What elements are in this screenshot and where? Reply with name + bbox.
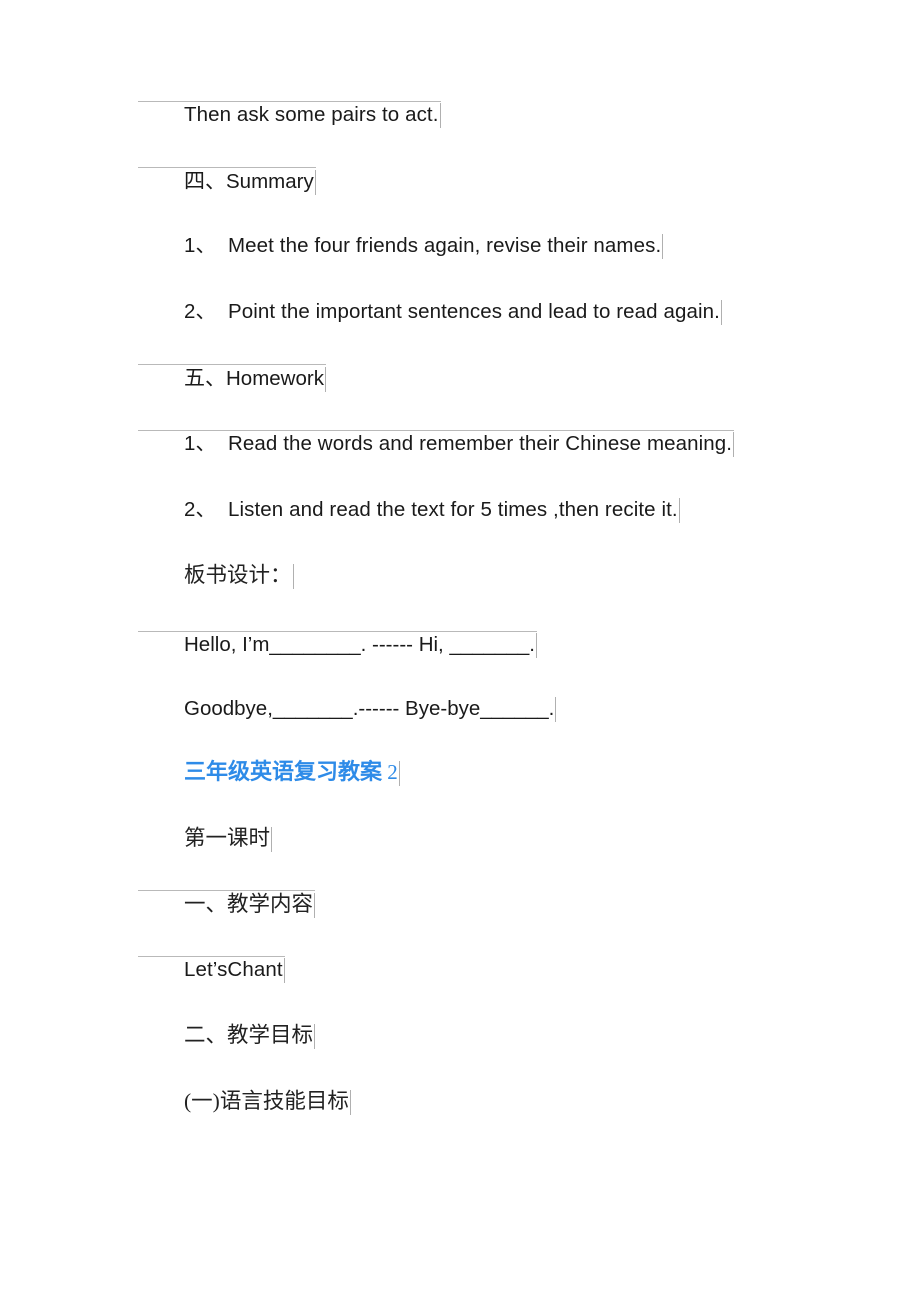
text-edge-caret xyxy=(555,696,557,722)
text-edge-caret xyxy=(662,233,664,259)
text-edge-caret xyxy=(678,497,680,523)
paragraph-text: 板书设计： xyxy=(184,563,292,587)
section-title: Summary xyxy=(226,170,314,193)
paragraph-then-ask[interactable]: Then ask some pairs to act. xyxy=(138,101,441,129)
list-marker: 2、 xyxy=(184,300,217,323)
paragraph-text: Hello, I’m________. ------ Hi, _______. xyxy=(184,633,535,656)
paragraph-period-one[interactable]: 第一课时 xyxy=(138,824,273,852)
text-edge-caret xyxy=(271,826,273,852)
paragraph-heading-teaching-content[interactable]: 一、教学内容 xyxy=(138,890,316,918)
section-number-cjk: 五、 xyxy=(184,366,226,390)
list-marker: 1、 xyxy=(184,234,217,257)
text-edge-caret xyxy=(439,102,441,128)
list-marker: 2、 xyxy=(184,498,217,521)
document-page: Then ask some pairs to act. 四、Summary 1、… xyxy=(0,0,920,1302)
list-item-homework-1[interactable]: 1、 Read the words and remember their Chin… xyxy=(138,430,735,458)
text-edge-caret xyxy=(324,366,326,392)
text-edge-caret xyxy=(292,563,294,589)
paragraph-dialogue-hello[interactable]: Hello, I’m________. ------ Hi, _______. xyxy=(138,631,537,659)
text-edge-caret xyxy=(314,1023,316,1049)
paragraph-lets-chant[interactable]: Let’sChant xyxy=(138,956,285,984)
list-item-homework-2[interactable]: 2、 Listen and read the text for 5 times ,… xyxy=(138,496,680,524)
list-item-summary-2[interactable]: 2、 Point the important sentences and lead… xyxy=(138,298,722,326)
text-edge-caret xyxy=(535,632,537,658)
text-edge-caret xyxy=(349,1089,351,1115)
list-marker: 1、 xyxy=(184,432,217,455)
paragraph-text: 四、Summary xyxy=(138,167,314,196)
paragraph-text: 二、教学目标 xyxy=(184,1023,314,1047)
heading-index: 2 xyxy=(387,760,398,784)
paragraph-heading-summary[interactable]: 四、Summary xyxy=(138,167,316,196)
text-edge-caret xyxy=(314,892,316,918)
paragraph-heading-teaching-goals[interactable]: 二、教学目标 xyxy=(138,1021,316,1049)
heading-title: 三年级英语复习教案 xyxy=(184,759,383,784)
paragraph-text: 1、 Meet the four friends again, revise th… xyxy=(138,232,661,260)
text-edge-caret xyxy=(283,957,285,983)
list-item-text: Meet the four friends again, revise thei… xyxy=(228,234,662,257)
paragraph-dialogue-goodbye[interactable]: Goodbye,_______.------ Bye-bye______. xyxy=(138,695,557,723)
paragraph-language-skill-goals[interactable]: (一)语言技能目标 xyxy=(138,1087,351,1115)
paragraph-text: 2、 Listen and read the text for 5 times ,… xyxy=(138,496,678,524)
text-edge-caret xyxy=(733,431,735,457)
paragraph-blackboard-design-label[interactable]: 板书设计： xyxy=(138,561,294,589)
list-item-text: Read the words and remember their Chines… xyxy=(228,432,733,455)
text-edge-caret xyxy=(398,760,400,786)
section-number-cjk: 四、 xyxy=(184,169,226,193)
paragraph-text: 五、Homework xyxy=(138,364,324,393)
paragraph-text: 三年级英语复习教案 2 xyxy=(138,758,398,786)
paragraph-text: 1、 Read the words and remember their Chin… xyxy=(138,430,732,458)
paragraph-text: (一)语言技能目标 xyxy=(184,1089,349,1113)
list-item-summary-1[interactable]: 1、 Meet the four friends again, revise th… xyxy=(138,232,664,260)
paragraph-text: Let’sChant xyxy=(184,958,283,981)
text-edge-caret xyxy=(314,169,316,195)
paragraph-text: Goodbye,_______.------ Bye-bye______. xyxy=(184,697,555,720)
section-heading-lesson-plan-2[interactable]: 三年级英语复习教案 2 xyxy=(138,758,400,786)
paragraph-text: Then ask some pairs to act. xyxy=(184,103,439,126)
paragraph-text: 一、教学内容 xyxy=(184,892,314,916)
text-edge-caret xyxy=(720,299,722,325)
paragraph-text: 2、 Point the important sentences and lead… xyxy=(138,298,720,326)
section-title: Homework xyxy=(226,367,324,390)
paragraph-heading-homework[interactable]: 五、Homework xyxy=(138,364,326,393)
paragraph-text: 第一课时 xyxy=(184,826,271,850)
list-item-text: Listen and read the text for 5 times ,th… xyxy=(228,498,678,521)
list-item-text: Point the important sentences and lead t… xyxy=(228,300,720,323)
